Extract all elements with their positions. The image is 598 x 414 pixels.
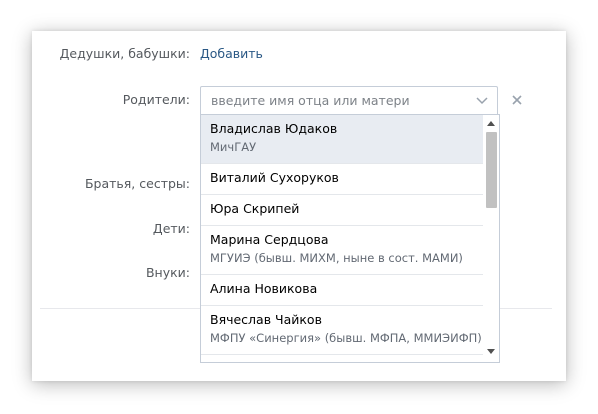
- suggestion-item[interactable]: Алина Новикова: [201, 275, 483, 306]
- parents-field[interactable]: [200, 86, 498, 115]
- dropdown-scrollbar[interactable]: [483, 115, 499, 362]
- chevron-down-icon[interactable]: [475, 95, 489, 105]
- arrow-up-icon[interactable]: [487, 120, 495, 126]
- suggestion-item[interactable]: Владислав Юдаков МичГАУ: [201, 115, 483, 164]
- suggestion-name: Вячеслав Чайков: [210, 312, 322, 327]
- suggestion-name: Марина Сердцова: [210, 232, 329, 247]
- scrollbar-thumb[interactable]: [486, 132, 497, 208]
- suggestion-item[interactable]: Вячеслав Чайков МФПУ «Синергия» (бывш. М…: [201, 306, 483, 355]
- arrow-down-icon[interactable]: [487, 349, 495, 355]
- suggestion-name: Владислав Юдаков: [210, 121, 338, 136]
- suggestion-university: МФПУ «Синергия» (бывш. МФПА, ММИЭИФП): [210, 331, 482, 345]
- grandparents-label: Дедушки, бабушки:: [59, 46, 190, 61]
- suggestion-university: МичГАУ: [210, 140, 257, 154]
- relatives-form-card: Дедушки, бабушки: Добавить Родители: Бра…: [32, 31, 566, 381]
- suggestion-university: МГУИЭ (бывш. МИХМ, ныне в сост. МАМИ): [210, 251, 463, 265]
- add-grandparent-link[interactable]: Добавить: [200, 46, 263, 61]
- parents-suggestions-dropdown[interactable]: Владислав Юдаков МичГАУ Виталий Сухоруко…: [200, 114, 500, 363]
- grandchildren-label: Внуки:: [145, 265, 190, 280]
- suggestion-item[interactable]: Виталий Сухоруков: [201, 164, 483, 195]
- suggestion-name: Юра Скрипей: [210, 201, 300, 216]
- children-label: Дети:: [152, 221, 190, 236]
- suggestion-item[interactable]: Марина Сердцова МГУИЭ (бывш. МИХМ, ныне …: [201, 226, 483, 275]
- suggestion-name: Виталий Сухоруков: [210, 170, 339, 185]
- suggestion-name: Алина Новикова: [210, 281, 318, 296]
- siblings-label: Братья, сестры:: [84, 176, 190, 191]
- parents-label: Родители:: [122, 92, 190, 107]
- close-icon[interactable]: [510, 93, 524, 107]
- suggestion-item[interactable]: Юра Скрипей: [201, 195, 483, 226]
- parents-input[interactable]: [201, 87, 471, 114]
